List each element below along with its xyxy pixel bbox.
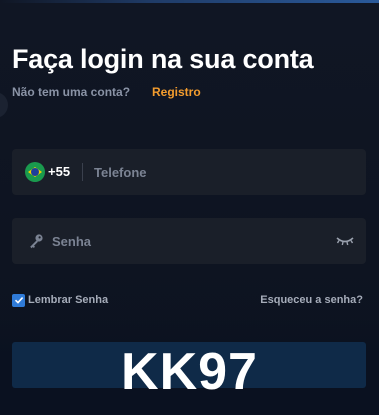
field-divider xyxy=(82,163,83,181)
watermark-text: KK97 xyxy=(121,343,258,401)
forgot-password-link[interactable]: Esqueceu a senha? xyxy=(260,294,363,306)
page-title: Faça login na sua conta xyxy=(12,44,314,74)
phone-input[interactable] xyxy=(94,149,354,195)
remember-password[interactable]: Lembrar Senha xyxy=(12,292,108,308)
eye-closed-icon[interactable] xyxy=(336,235,354,247)
top-accent-line xyxy=(0,0,379,3)
phone-field[interactable]: +55 xyxy=(12,149,366,195)
register-link[interactable]: Registro xyxy=(152,85,201,99)
remember-label: Lembrar Senha xyxy=(28,294,109,306)
password-input[interactable] xyxy=(52,218,332,264)
checkmark-icon xyxy=(14,297,23,304)
country-code[interactable]: +55 xyxy=(48,164,70,179)
key-icon xyxy=(30,234,43,249)
side-handle[interactable] xyxy=(0,92,8,118)
password-field[interactable] xyxy=(12,218,366,264)
remember-checkbox[interactable] xyxy=(12,293,25,307)
no-account-text: Não tem uma conta? xyxy=(12,85,131,99)
login-modal: Faça login na sua conta Não tem uma cont… xyxy=(0,0,379,415)
brazil-flag-icon[interactable] xyxy=(25,162,45,182)
